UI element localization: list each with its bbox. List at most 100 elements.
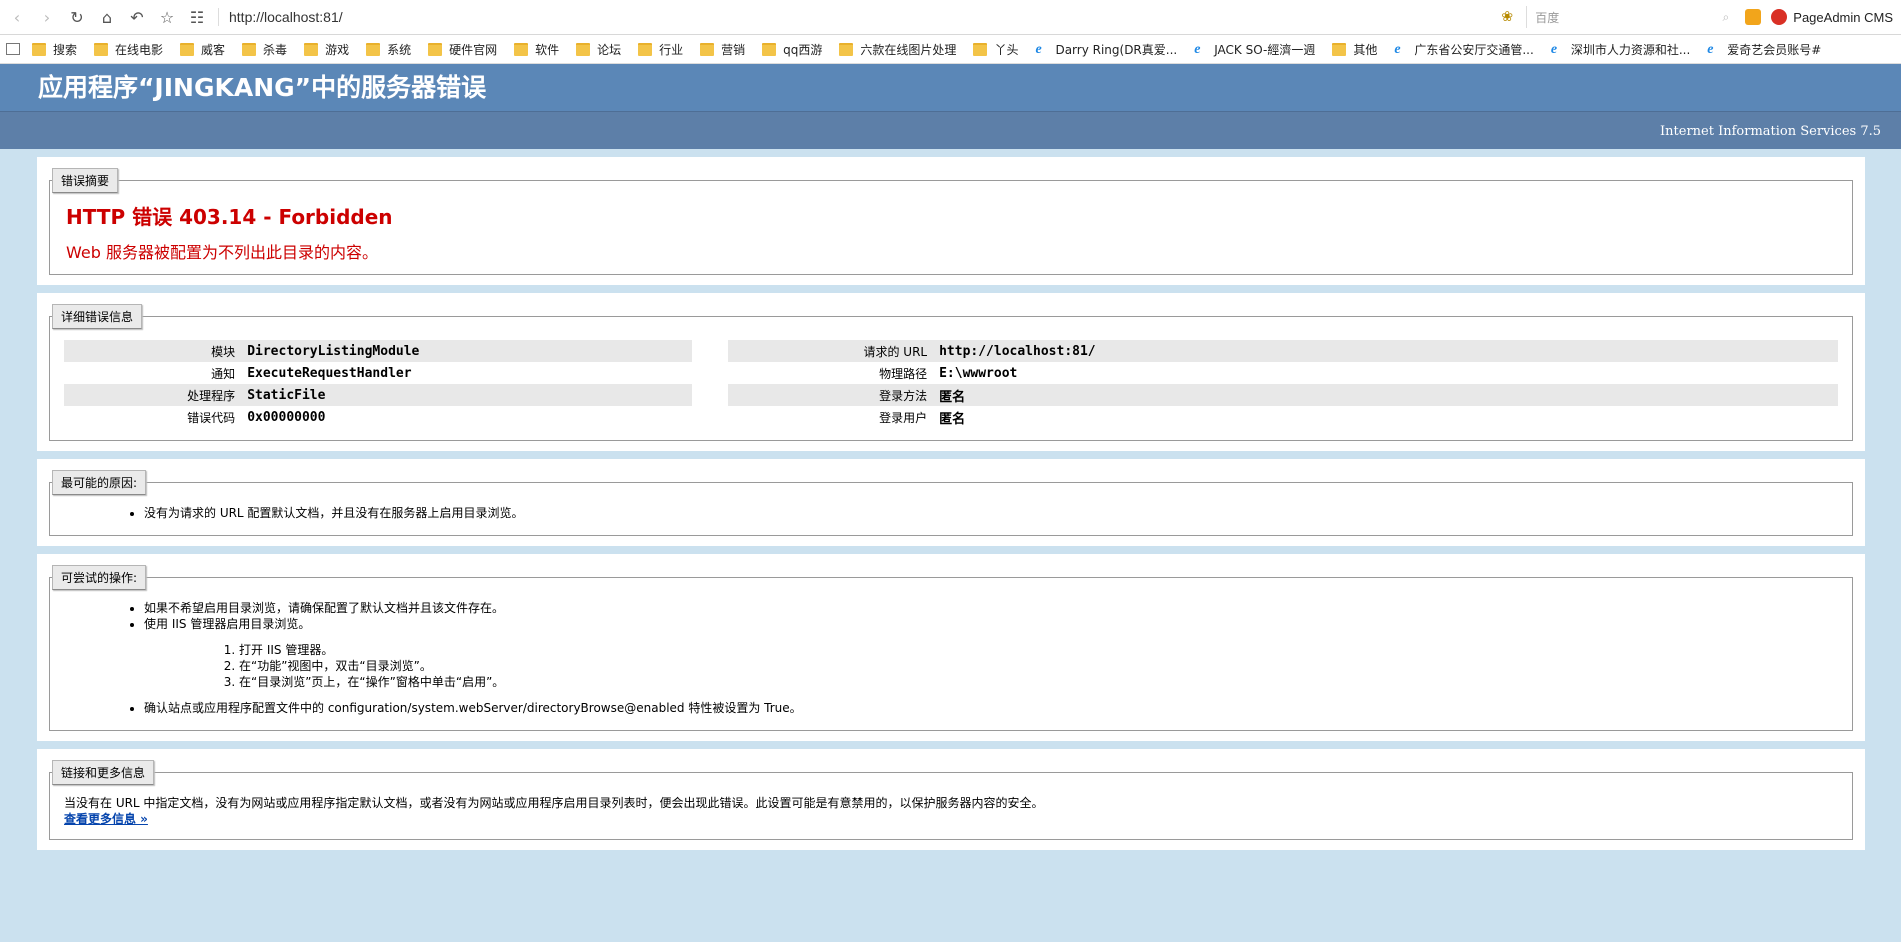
folder-icon: [973, 42, 988, 56]
search-engine-icon[interactable]: ❀: [1494, 4, 1520, 30]
search-icon[interactable]: ⌕: [1723, 10, 1730, 25]
table-row: 模块 DirectoryListingModule: [64, 340, 692, 362]
extension-icon[interactable]: [1745, 9, 1762, 25]
favorite-star-icon[interactable]: ☆: [154, 4, 180, 30]
toolbar-right: ❀ 百度 ⌕ PageAdmin CMS: [1490, 0, 1901, 34]
ie-icon: e: [1550, 42, 1558, 57]
pageadmin-label[interactable]: PageAdmin CMS: [1793, 10, 1893, 25]
bookmark-label: 杀毒: [263, 42, 288, 57]
page-title: 应用程序“JINGKANG”中的服务器错误: [38, 73, 487, 102]
folder-icon: [32, 42, 46, 56]
bookmark-label: 营销: [721, 42, 746, 57]
summary-panel: 错误摘要 HTTP 错误 403.14 - Forbidden Web 服务器被…: [37, 157, 1865, 285]
actions-fieldset: 可尝试的操作: 如果不希望启用目录浏览，请确保配置了默认文档并且该文件存在。 使…: [49, 565, 1853, 731]
back-icon[interactable]: ‹: [4, 4, 30, 30]
bookmark-item[interactable]: 搜索: [32, 41, 77, 58]
bookmark-item[interactable]: e 深圳市人力资源和社...: [1551, 41, 1690, 58]
cause-fieldset: 最可能的原因: 没有为请求的 URL 配置默认文档，并且没有在服务器上启用目录浏…: [49, 470, 1853, 536]
table-row: 请求的 URL http://localhost:81/: [727, 340, 1838, 362]
reload-icon[interactable]: ↻: [64, 4, 90, 30]
list-item: 使用 IIS 管理器启用目录浏览。 打开 IIS 管理器。 在“功能”视图中，双…: [144, 616, 1852, 690]
cause-body: 没有为请求的 URL 配置默认文档，并且没有在服务器上启用目录浏览。: [50, 495, 1852, 535]
bookmark-label: 威客: [201, 42, 226, 57]
folder-icon: [762, 42, 777, 56]
bookmark-label: 深圳市人力资源和社...: [1570, 42, 1691, 57]
detail-value: http://localhost:81/: [939, 340, 1838, 362]
actions-body: 如果不希望启用目录浏览，请确保配置了默认文档并且该文件存在。 使用 IIS 管理…: [50, 590, 1852, 730]
bookmark-label: 行业: [659, 42, 684, 57]
bookmark-item[interactable]: 系统: [366, 41, 411, 58]
actions-legend: 可尝试的操作:: [52, 565, 147, 590]
address-bar[interactable]: http://localhost:81/: [229, 9, 343, 25]
error-content: 错误摘要 HTTP 错误 403.14 - Forbidden Web 服务器被…: [0, 149, 1901, 850]
detail-value: 0x00000000: [247, 409, 326, 425]
details-fieldset: 详细错误信息 模块 DirectoryListingModule 通知 Execut…: [49, 304, 1853, 441]
bookmark-item[interactable]: 软件: [514, 41, 559, 58]
details-tables: 模块 DirectoryListingModule 通知 ExecuteReques…: [50, 329, 1852, 440]
detail-key: 物理路径: [879, 366, 928, 381]
folder-icon: [180, 42, 195, 56]
folder-icon: [638, 42, 653, 56]
folder-icon: [700, 42, 715, 56]
server-version: Internet Information Services 7.5: [1660, 124, 1881, 139]
bookmark-item[interactable]: qq西游: [762, 41, 822, 58]
bookmark-item[interactable]: e JACK SO-經濟一週: [1194, 41, 1315, 58]
home-icon[interactable]: ⌂: [94, 4, 120, 30]
bookmark-item[interactable]: e 广东省公安厅交通管...: [1394, 41, 1533, 58]
details-table-right: 请求的 URL http://localhost:81/ 物理路径 E:\wwwro…: [727, 340, 1838, 428]
links-panel: 链接和更多信息 当没有在 URL 中指定文档，没有为网站或应用程序指定默认文档，…: [37, 749, 1865, 850]
pageadmin-icon[interactable]: [1771, 9, 1788, 25]
search-placeholder: 百度: [1535, 10, 1560, 25]
links-description: 当没有在 URL 中指定文档，没有为网站或应用程序指定默认文档，或者没有为网站或…: [64, 796, 1044, 810]
bookmark-label: 在线电影: [115, 42, 164, 57]
undo-icon[interactable]: ↶: [124, 4, 150, 30]
bookmark-label: 搜索: [53, 42, 78, 57]
bookmark-label: 系统: [387, 42, 412, 57]
table-row: 物理路径 E:\wwwroot: [728, 362, 1838, 384]
table-row: 登录方法 匿名: [727, 384, 1838, 406]
browser-toolbar: ‹ › ↻ ⌂ ↶ ☆ ☷ http://localhost:81/ ❀ 百度 …: [0, 0, 1901, 35]
bookmark-item[interactable]: 杀毒: [242, 41, 287, 58]
bookmark-item[interactable]: 行业: [638, 41, 683, 58]
folder-icon: [576, 42, 591, 56]
bookmark-label: 爱奇艺会员账号#: [1727, 42, 1822, 57]
folder-icon: [94, 42, 109, 56]
bookmark-item[interactable]: 威客: [180, 41, 225, 58]
bookmark-label: 软件: [535, 42, 560, 57]
detail-value: DirectoryListingModule: [247, 340, 692, 362]
bookmark-label: JACK SO-經濟一週: [1214, 42, 1316, 57]
list-item: 没有为请求的 URL 配置默认文档，并且没有在服务器上启用目录浏览。: [144, 505, 1852, 521]
search-input[interactable]: 百度 ⌕: [1526, 6, 1735, 28]
detail-key: 登录用户: [879, 410, 928, 425]
folder-icon: [428, 42, 443, 56]
bookmark-label: 六款在线图片处理: [860, 42, 957, 57]
bookmark-item[interactable]: 论坛: [576, 41, 621, 58]
list-item-text: 使用 IIS 管理器启用目录浏览。: [144, 617, 311, 631]
details-table-left: 模块 DirectoryListingModule 通知 ExecuteReques…: [64, 340, 692, 428]
bookmark-item[interactable]: 游戏: [304, 41, 349, 58]
bookmark-label: 论坛: [597, 42, 622, 57]
error-message: Web 服务器被配置为不列出此目录的内容。: [66, 243, 378, 262]
sidebar-toggle-icon[interactable]: [6, 43, 20, 55]
actions-panel: 可尝试的操作: 如果不希望启用目录浏览，请确保配置了默认文档并且该文件存在。 使…: [37, 554, 1865, 741]
bookmark-item[interactable]: 六款在线图片处理: [839, 41, 956, 58]
detail-key: 处理程序: [64, 384, 248, 406]
links-body: 当没有在 URL 中指定文档，没有为网站或应用程序指定默认文档，或者没有为网站或…: [50, 785, 1852, 839]
cause-legend: 最可能的原因:: [52, 470, 147, 495]
more-info-link[interactable]: 查看更多信息 »: [64, 812, 148, 826]
bookmark-item[interactable]: 丫头: [973, 41, 1018, 58]
bookmark-label: qq西游: [783, 42, 823, 57]
list-item: 确认站点或应用程序配置文件中的 configuration/system.web…: [144, 700, 1852, 716]
reader-icon[interactable]: ☷: [184, 4, 210, 30]
forward-icon[interactable]: ›: [34, 4, 60, 30]
bookmark-item[interactable]: e 爱奇艺会员账号#: [1707, 41, 1821, 58]
ie-icon: e: [1035, 42, 1042, 57]
bookmark-item[interactable]: 其他: [1332, 41, 1377, 58]
bookmark-item[interactable]: 硬件官网: [428, 41, 497, 58]
bookmark-item[interactable]: 营销: [700, 41, 745, 58]
bookmark-item[interactable]: e Darry Ring(DR真爱...: [1035, 41, 1177, 58]
detail-key: 请求的 URL: [727, 340, 940, 362]
bookmark-item[interactable]: 在线电影: [94, 41, 163, 58]
summary-legend: 错误摘要: [52, 168, 119, 193]
steps-list: 打开 IIS 管理器。 在“功能”视图中，双击“目录浏览”。 在“目录浏览”页上…: [144, 642, 1852, 690]
